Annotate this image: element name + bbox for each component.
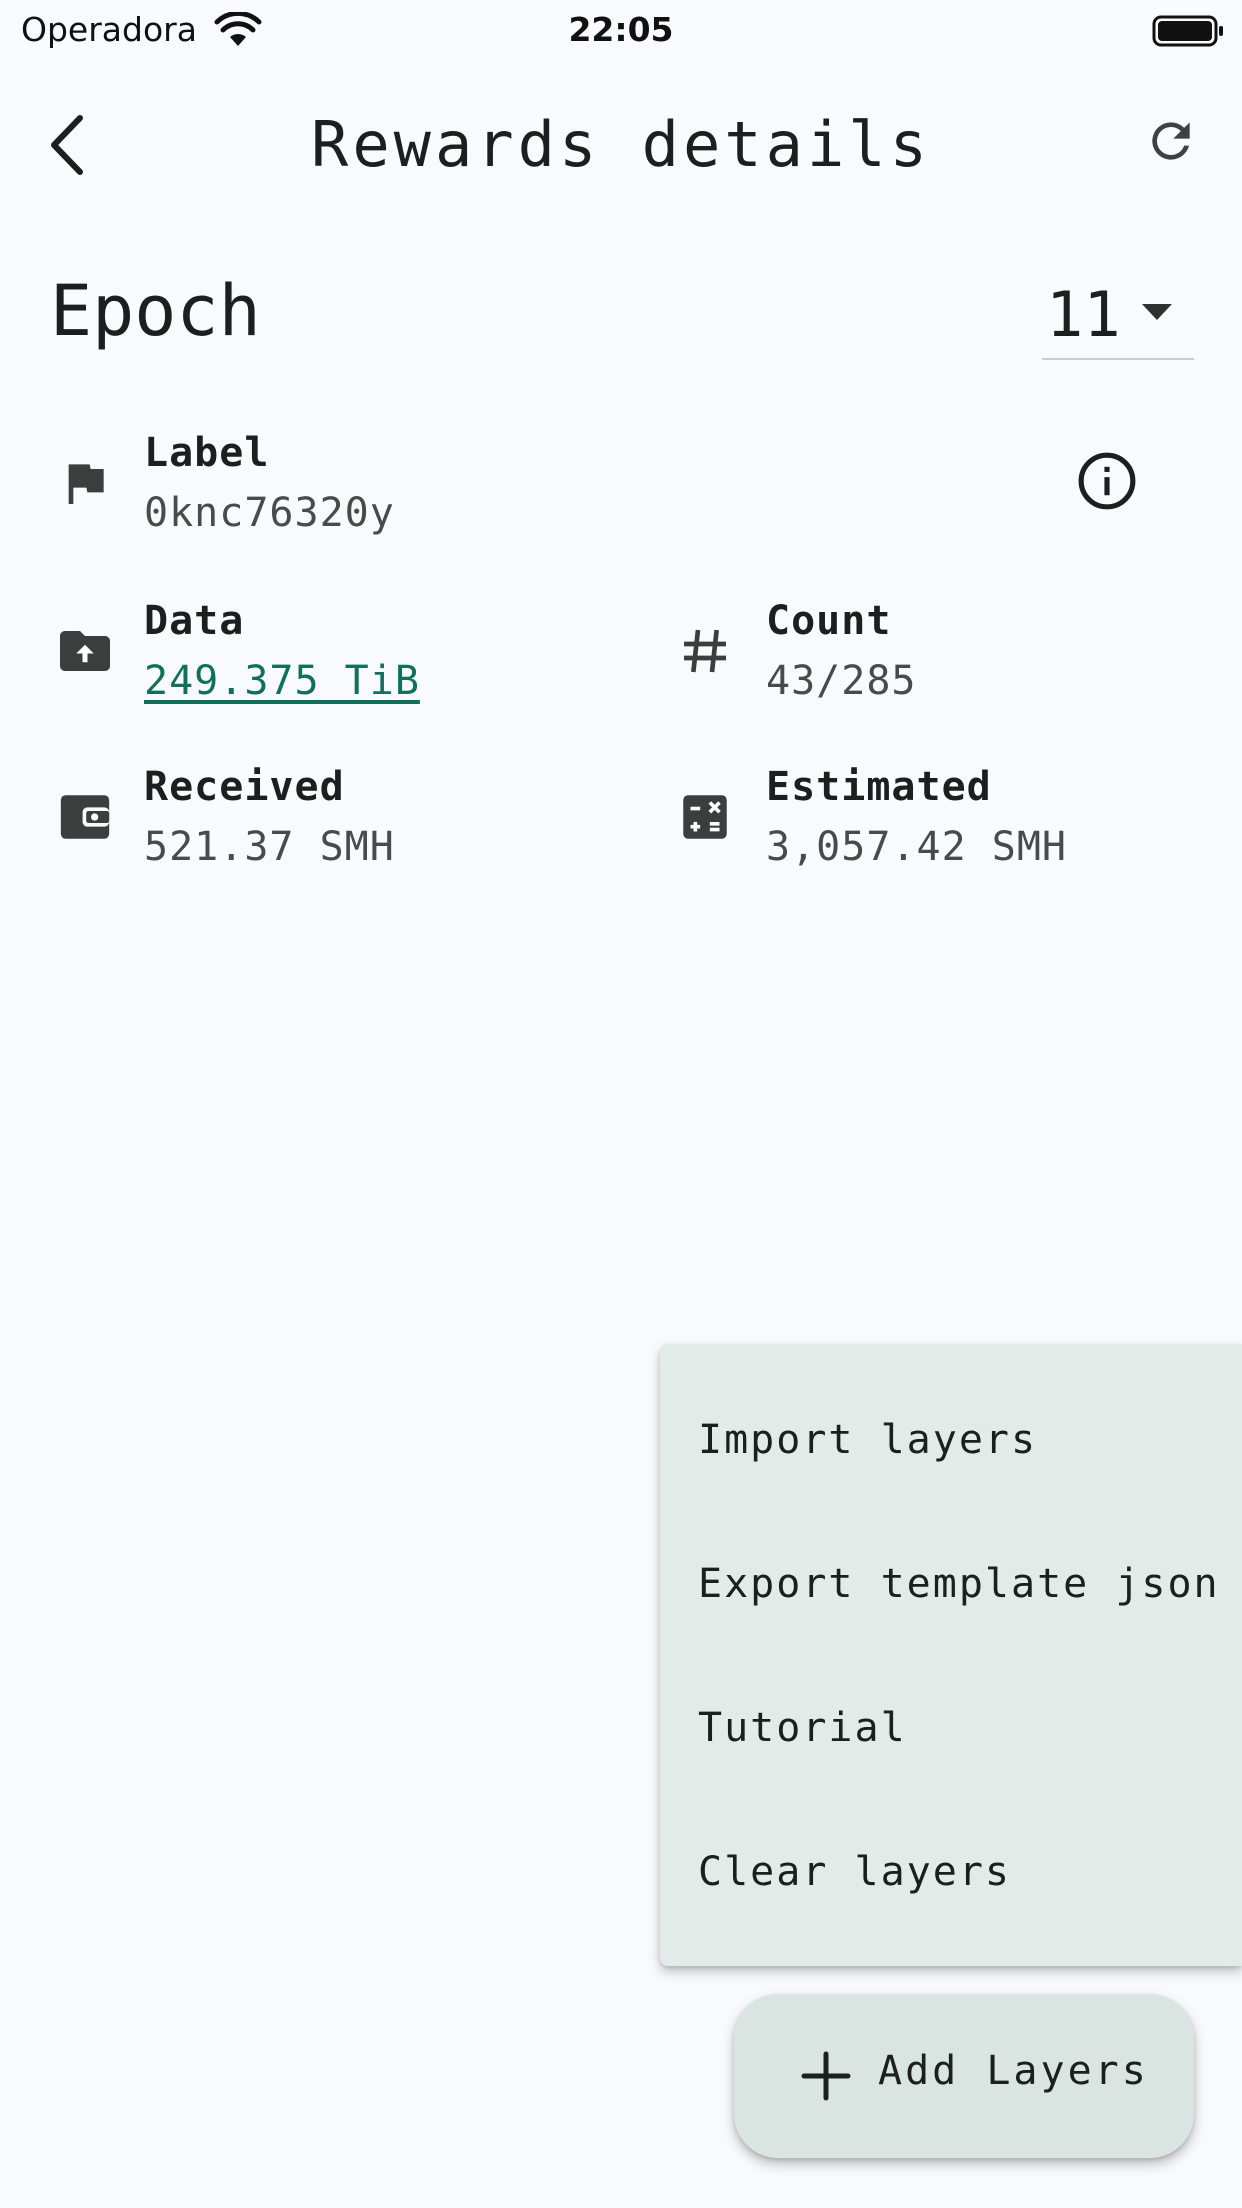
status-bar: Operadora 22:05 [0,0,1242,62]
label-field: Label 0knc76320y [54,430,654,540]
count-field: Count 43/285 [674,598,1194,708]
received-field-title: Received [144,764,345,810]
refresh-icon [1152,122,1190,160]
count-field-title: Count [766,598,892,644]
info-button[interactable] [1072,446,1142,516]
battery-full-icon [1152,15,1223,47]
label-field-value: 0knc76320y [144,490,395,536]
hash-icon [674,620,736,682]
menu-item-clear-layers[interactable]: Clear layers [660,1800,1242,1944]
menu-item-import-layers[interactable]: Import layers [660,1368,1242,1512]
estimated-field-value: 3,057.42 SMH [766,824,1067,870]
data-field: Data 249.375 TiB [54,598,614,708]
menu-item-tutorial[interactable]: Tutorial [660,1656,1242,1800]
flag-icon [54,452,116,514]
page-title: Rewards details [311,108,931,181]
app-bar: Rewards details [0,90,1242,202]
arrow-drop-down-icon [1142,304,1172,320]
data-field-title: Data [144,598,245,644]
estimated-field: Estimated 3,057.42 SMH [674,764,1194,874]
menu-item-export-template-json[interactable]: Export template json [660,1512,1242,1656]
epoch-label: Epoch [50,270,261,352]
wallet-icon [54,786,116,848]
label-field-title: Label [144,430,270,476]
popup-menu: Import layers Export template json Tutor… [660,1344,1242,1966]
received-field-value: 521.37 SMH [144,824,395,870]
add-layers-label: Add Layers [878,2048,1149,2094]
status-time: 22:05 [568,10,674,49]
folder-upload-icon [54,620,116,682]
add-layers-button[interactable]: Add Layers [734,1994,1194,2158]
info-icon [1078,452,1136,510]
calculator-icon [674,786,736,848]
count-field-value: 43/285 [766,658,917,704]
epoch-dropdown[interactable]: 11 [1042,278,1194,360]
data-field-link[interactable]: 249.375 TiB [144,658,420,704]
plus-icon [801,2051,851,2101]
estimated-field-title: Estimated [766,764,992,810]
refresh-button[interactable] [1138,108,1204,174]
received-field: Received 521.37 SMH [54,764,614,874]
epoch-selected-value: 11 [1046,278,1121,351]
